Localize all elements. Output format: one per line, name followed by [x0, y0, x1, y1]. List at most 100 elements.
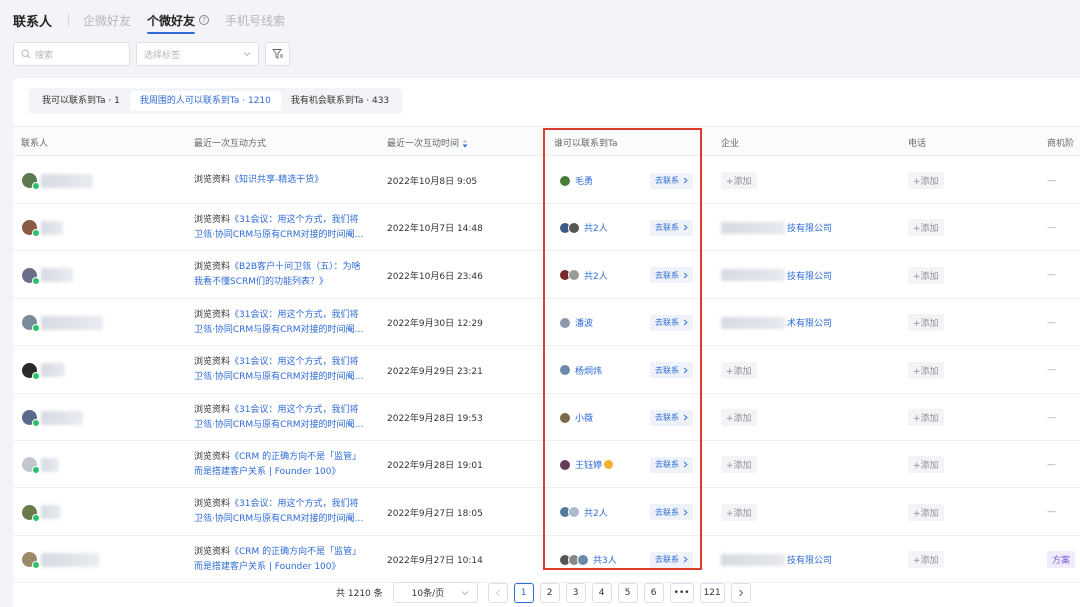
table-row[interactable]: 浏览资料《CRM 的正确方向不是「监管」 而是搭建客户关系 | Founder 1… — [13, 441, 1080, 489]
table-row[interactable]: 浏览资料《31会议：用这个方式，我们将 卫瓴·协同CRM与原有CRM对接的时间阉…… — [13, 394, 1080, 441]
page-button-4[interactable]: 4 — [591, 582, 612, 603]
interaction-title-2[interactable]: 卫瓴·协同CRM与原有CRM对接的时间阉… — [194, 372, 363, 382]
add-phone-button[interactable]: +添加 — [908, 503, 944, 521]
prev-page-button[interactable] — [487, 582, 508, 603]
add-company-button[interactable]: +添加 — [721, 503, 757, 521]
interaction-title[interactable]: 《31会议：用这个方式，我们将 — [230, 499, 358, 509]
interaction-title-2[interactable]: 卫瓴·协同CRM与原有CRM对接的时间阉… — [194, 514, 363, 524]
table-row[interactable]: 浏览资料《31会议：用这个方式，我们将 卫瓴·协同CRM与原有CRM对接的时间阉…… — [13, 204, 1080, 252]
interaction-title-2[interactable]: 而是搭建客户关系 | Founder 100》 — [194, 467, 341, 477]
add-phone-button[interactable]: +添加 — [908, 172, 944, 189]
interaction-title-2[interactable]: 卫瓴·协同CRM与原有CRM对接的时间阉… — [194, 325, 363, 335]
filter-settings-button[interactable] — [265, 42, 290, 66]
go-contact-button[interactable]: 去联系 — [650, 362, 693, 379]
add-phone-button[interactable]: +添加 — [908, 551, 944, 569]
reacher-name[interactable]: 共2人 — [584, 506, 608, 519]
page-ellipsis-button[interactable]: ••• — [669, 582, 694, 603]
help-icon[interactable]: ? — [199, 15, 210, 25]
interaction-title[interactable]: 《CRM 的正确方向不是「监管」 — [230, 452, 361, 462]
table-row[interactable]: 浏览资料《知识共享-精选干货》 2022年10月8日 9:05 毛勇 去联系 +添加 +添… — [13, 157, 1080, 204]
reacher-name[interactable]: 共2人 — [584, 269, 608, 282]
company-cell[interactable]: 技有限公司 — [721, 204, 832, 251]
add-phone-button[interactable]: +添加 — [908, 314, 944, 332]
reacher-name[interactable]: 毛勇 — [575, 174, 593, 187]
add-company-button[interactable]: +添加 — [721, 361, 757, 379]
reacher-name[interactable]: 共2人 — [584, 221, 608, 234]
company-cell[interactable]: 技有限公司 — [721, 536, 832, 583]
page-button-2[interactable]: 2 — [539, 582, 560, 603]
interaction-title[interactable]: 《31会议：用这个方式，我们将 — [230, 215, 358, 225]
reacher-avatar — [559, 316, 571, 329]
table-row[interactable]: 浏览资料《B2B客户十问卫瓴（五）：为啥 我看不懂SCRM们的功能列表？》 2022… — [13, 252, 1080, 299]
go-contact-button[interactable]: 去联系 — [650, 409, 693, 426]
interaction-title[interactable]: 《CRM 的正确方向不是「监管」 — [230, 547, 361, 557]
tab-phone-leads[interactable]: 手机号线索 — [225, 12, 285, 29]
interaction-title[interactable]: 《31会议：用这个方式，我们将 — [230, 310, 358, 320]
tab-wechat-friends[interactable]: 个微好友 — [147, 12, 196, 34]
contact-cell[interactable] — [22, 204, 63, 251]
reacher-name[interactable]: 小薇 — [575, 411, 593, 424]
add-phone-button[interactable]: +添加 — [908, 456, 944, 474]
go-contact-button[interactable]: 去联系 — [650, 267, 693, 284]
contact-name-blurred — [41, 505, 61, 520]
table-row[interactable]: 浏览资料《31会议：用这个方式，我们将 卫瓴·协同CRM与原有CRM对接的时间阉…… — [13, 347, 1080, 394]
column-time[interactable]: 最近一次互动时间 — [387, 136, 468, 149]
add-company-button[interactable]: +添加 — [721, 456, 757, 474]
tab-wecom-friends[interactable]: 企微好友 — [83, 12, 131, 29]
interaction-time: 2022年9月29日 23:21 — [387, 366, 483, 377]
contact-cell[interactable] — [22, 441, 59, 488]
table-row[interactable]: 浏览资料《31会议：用这个方式，我们将 卫瓴·协同CRM与原有CRM对接的时间阉…… — [13, 299, 1080, 347]
contact-cell[interactable] — [22, 536, 99, 583]
contact-cell[interactable] — [22, 252, 73, 299]
company-cell[interactable]: 技有限公司 — [721, 252, 832, 299]
add-company-button[interactable]: +添加 — [721, 172, 757, 189]
reacher-name[interactable]: 潘波 — [575, 316, 593, 329]
reacher-name[interactable]: 杨炯炜 — [575, 364, 602, 377]
contact-cell[interactable] — [22, 394, 83, 441]
go-contact-button[interactable]: 去联系 — [650, 172, 693, 189]
add-company-button[interactable]: +添加 — [721, 409, 757, 426]
table-row[interactable]: 浏览资料《31会议：用这个方式，我们将 卫瓴·协同CRM与原有CRM对接的时间阉…… — [13, 489, 1080, 536]
interaction-title-2[interactable]: 我看不懂SCRM们的功能列表？》 — [194, 277, 328, 287]
go-contact-label: 去联系 — [655, 365, 679, 375]
page-button-3[interactable]: 3 — [565, 582, 586, 603]
interaction-title[interactable]: 《31会议：用这个方式，我们将 — [230, 357, 358, 367]
segment-i-can-reach[interactable]: 我可以联系到Ta · 1 — [32, 91, 130, 111]
interaction-title[interactable]: 《知识共享-精选干货》 — [230, 175, 323, 185]
page-button-121[interactable]: 121 — [699, 582, 725, 603]
contact-cell[interactable] — [22, 299, 103, 346]
company-cell[interactable]: 术有限公司 — [721, 299, 832, 346]
sort-icon[interactable] — [462, 139, 468, 148]
interaction-title-2[interactable]: 卫瓴·协同CRM与原有CRM对接的时间阉… — [194, 230, 363, 240]
contact-cell[interactable] — [22, 347, 65, 394]
go-contact-button[interactable]: 去联系 — [650, 551, 693, 568]
add-phone-button[interactable]: +添加 — [908, 266, 944, 284]
company-name: 技有限公司 — [787, 271, 833, 282]
page-button-6[interactable]: 6 — [643, 582, 664, 603]
reacher-name[interactable]: 王钰婷 — [575, 458, 602, 471]
segment-may-reach[interactable]: 我有机会联系到Ta · 433 — [281, 91, 399, 111]
go-contact-button[interactable]: 去联系 — [650, 504, 693, 521]
page-size-select[interactable]: 10条/页 — [392, 582, 478, 603]
page-button-5[interactable]: 5 — [617, 582, 638, 603]
search-input[interactable]: 搜索 — [13, 42, 130, 66]
interaction-title[interactable]: 《B2B客户十问卫瓴（五）：为啥 — [230, 262, 361, 272]
company-cell: +添加 — [721, 394, 757, 441]
segment-others-can-reach[interactable]: 我周围的人可以联系到Ta · 1210 — [129, 91, 281, 111]
interaction-title-2[interactable]: 卫瓴·协同CRM与原有CRM对接的时间阉… — [194, 420, 363, 430]
page-button-1[interactable]: 1 — [513, 582, 534, 603]
go-contact-button[interactable]: 去联系 — [650, 314, 693, 331]
go-contact-button[interactable]: 去联系 — [650, 456, 693, 473]
add-phone-button[interactable]: +添加 — [908, 409, 944, 426]
next-page-button[interactable] — [730, 582, 751, 603]
interaction-title-2[interactable]: 而是搭建客户关系 | Founder 100》 — [194, 562, 341, 572]
add-phone-button[interactable]: +添加 — [908, 219, 944, 237]
interaction-title[interactable]: 《31会议：用这个方式，我们将 — [230, 405, 358, 415]
contact-cell[interactable] — [22, 157, 93, 204]
table-row[interactable]: 浏览资料《CRM 的正确方向不是「监管」 而是搭建客户关系 | Founder 1… — [13, 536, 1080, 584]
contact-cell[interactable] — [22, 489, 61, 536]
add-phone-button[interactable]: +添加 — [908, 361, 944, 379]
tag-select[interactable]: 选择标签 — [136, 42, 259, 66]
reacher-name[interactable]: 共3人 — [593, 553, 617, 566]
go-contact-button[interactable]: 去联系 — [650, 219, 693, 236]
